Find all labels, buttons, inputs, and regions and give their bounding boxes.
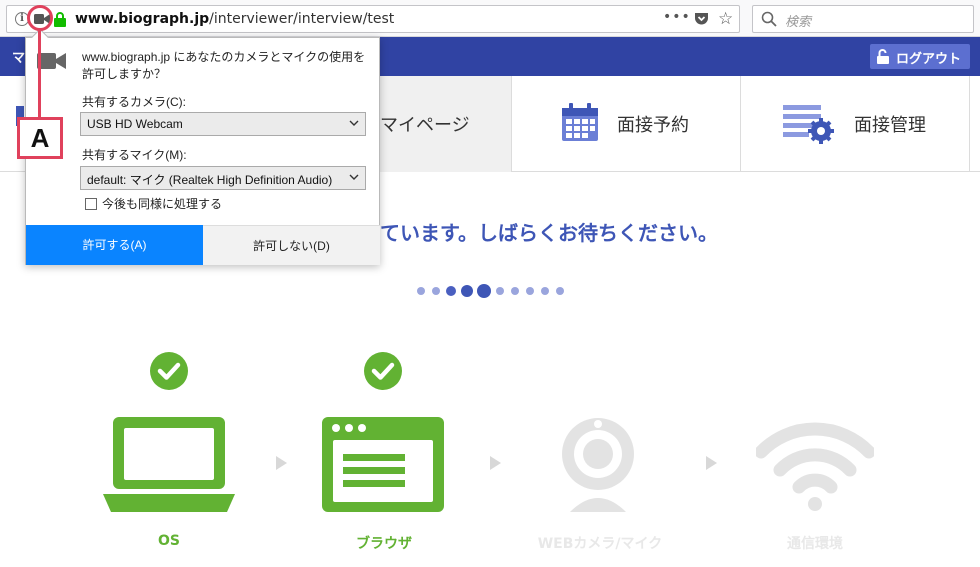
camera-select[interactable]: USB HD Webcam bbox=[80, 112, 366, 136]
annotation-label: A bbox=[17, 117, 63, 159]
deny-button[interactable]: 許可しない(D) bbox=[203, 225, 380, 265]
os-check-icon bbox=[150, 352, 188, 390]
url-text[interactable]: www.biograph.jp/interviewer/interview/te… bbox=[75, 11, 394, 27]
permission-message: www.biograph.jp にあなたのカメラとマイクの使用を許可しますか？ bbox=[82, 50, 366, 81]
loading-dot bbox=[541, 287, 549, 295]
remember-checkbox[interactable] bbox=[85, 198, 97, 210]
loading-dot bbox=[477, 284, 491, 298]
mic-select-label: 共有するマイク(M): bbox=[82, 148, 187, 162]
tab-reservation[interactable]: 面接予約 bbox=[512, 76, 741, 172]
step-arrow-icon bbox=[706, 456, 717, 470]
permission-popup: www.biograph.jp にあなたのカメラとマイクの使用を許可しますか？ … bbox=[25, 28, 380, 265]
browser-window-icon bbox=[322, 417, 444, 512]
loading-dot bbox=[496, 287, 504, 295]
lock-icon[interactable] bbox=[54, 12, 66, 27]
logout-button[interactable]: ログアウト bbox=[870, 44, 970, 69]
search-icon bbox=[761, 11, 777, 27]
step-label-webcam: WEBカメラ/マイク bbox=[537, 536, 663, 552]
remember-checkbox-label[interactable]: 今後も同様に処理する bbox=[102, 195, 222, 212]
pocket-icon[interactable] bbox=[694, 12, 709, 26]
unlock-icon bbox=[877, 49, 889, 64]
loading-dot bbox=[556, 287, 564, 295]
chevron-down-icon bbox=[349, 174, 359, 180]
bookmark-star-icon[interactable]: ☆ bbox=[718, 9, 733, 29]
allow-button[interactable]: 許可する(A) bbox=[26, 225, 203, 265]
loading-dot bbox=[446, 286, 456, 296]
browser-check-icon bbox=[364, 352, 402, 390]
tab-management[interactable]: 面接管理 bbox=[741, 76, 970, 172]
address-bar[interactable]: i www.biograph.jp/interviewer/interview/… bbox=[6, 5, 740, 33]
tab-label: マイページ bbox=[380, 115, 470, 136]
step-label-network: 通信環境 bbox=[787, 536, 843, 552]
site-mark: マ bbox=[12, 51, 26, 66]
step-label-browser: ブラウザ bbox=[356, 536, 412, 552]
mic-select-value: default: マイク (Realtek High Definition Au… bbox=[87, 173, 333, 187]
camera-select-value: USB HD Webcam bbox=[87, 117, 183, 131]
browser-toolbar: i www.biograph.jp/interviewer/interview/… bbox=[0, 0, 980, 37]
url-path: /interviewer/interview/test bbox=[209, 11, 395, 27]
url-host: www.biograph.jp bbox=[75, 11, 210, 27]
camera-icon bbox=[37, 53, 66, 69]
step-label-os: OS bbox=[158, 533, 180, 549]
annotation-circle bbox=[27, 5, 53, 31]
logout-label: ログアウト bbox=[896, 52, 962, 67]
loading-dot bbox=[526, 287, 534, 295]
wifi-icon bbox=[756, 422, 874, 511]
calendar-icon bbox=[562, 103, 598, 141]
tab-label: 面接予約 bbox=[617, 115, 689, 136]
webcam-icon bbox=[562, 418, 634, 512]
loading-dot bbox=[511, 287, 519, 295]
camera-select-label: 共有するカメラ(C): bbox=[82, 95, 186, 109]
loading-dot bbox=[432, 287, 440, 295]
loading-dot bbox=[461, 285, 473, 297]
tab-label: 面接管理 bbox=[854, 115, 926, 136]
annotation-line bbox=[38, 31, 41, 119]
list-gear-icon bbox=[783, 105, 834, 144]
search-bar[interactable]: 検索 bbox=[752, 5, 974, 33]
status-message: ています。しばらくお待ちください。 bbox=[380, 221, 718, 245]
chevron-down-icon bbox=[349, 120, 359, 126]
step-arrow-icon bbox=[276, 456, 287, 470]
laptop-icon bbox=[103, 417, 235, 512]
page-actions-button[interactable]: ••• bbox=[663, 9, 691, 25]
loading-dot bbox=[417, 287, 425, 295]
step-arrow-icon bbox=[490, 456, 501, 470]
mic-select[interactable]: default: マイク (Realtek High Definition Au… bbox=[80, 166, 366, 190]
search-placeholder: 検索 bbox=[785, 15, 812, 30]
